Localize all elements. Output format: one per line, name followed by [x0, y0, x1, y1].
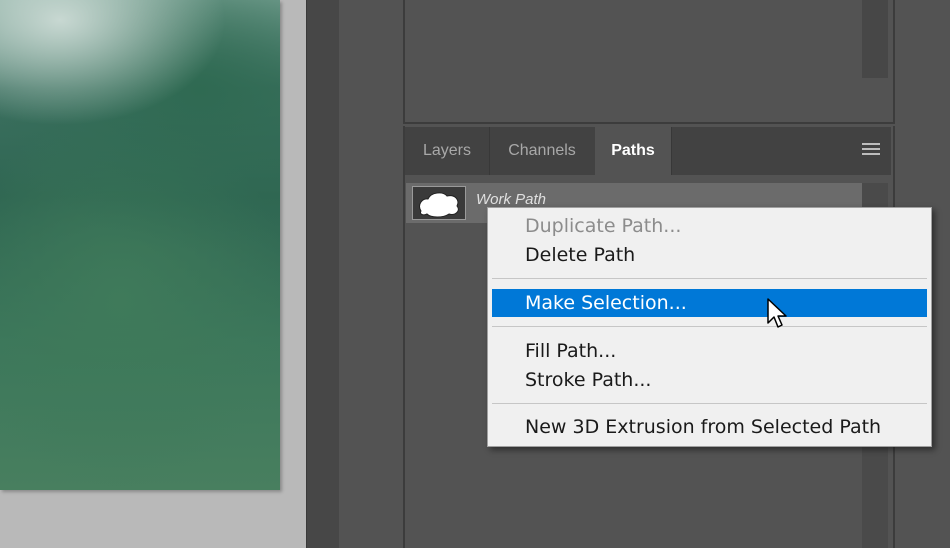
menu-separator	[492, 326, 927, 327]
menu-separator	[492, 403, 927, 404]
upper-panel-scrollbar[interactable]	[862, 0, 888, 78]
tab-paths[interactable]: Paths	[595, 127, 672, 175]
menu-item-make-selection[interactable]: Make Selection...	[492, 289, 927, 317]
tab-layers[interactable]: Layers	[405, 127, 490, 175]
upper-panel	[403, 0, 895, 124]
panel-menu-icon[interactable]	[862, 143, 880, 157]
panel-tabbar: Layers Channels Paths	[405, 127, 891, 175]
menu-item-delete-path[interactable]: Delete Path	[492, 241, 927, 269]
path-name-label[interactable]: Work Path	[476, 191, 546, 208]
mouse-cursor-icon	[766, 297, 792, 333]
menu-item-new-3d-extrusion[interactable]: New 3D Extrusion from Selected Path	[492, 413, 927, 441]
panel-gutter	[306, 0, 340, 548]
canvas-image[interactable]	[0, 0, 280, 490]
menu-item-fill-path[interactable]: Fill Path...	[492, 337, 927, 365]
path-thumbnail-icon	[412, 186, 466, 220]
tab-channels[interactable]: Channels	[489, 127, 596, 175]
document-canvas[interactable]	[0, 0, 306, 548]
menu-separator	[492, 278, 927, 279]
menu-item-duplicate-path[interactable]: Duplicate Path...	[492, 212, 927, 240]
context-menu: Duplicate Path... Delete Path Make Selec…	[487, 207, 932, 447]
menu-item-stroke-path[interactable]: Stroke Path...	[492, 366, 927, 394]
